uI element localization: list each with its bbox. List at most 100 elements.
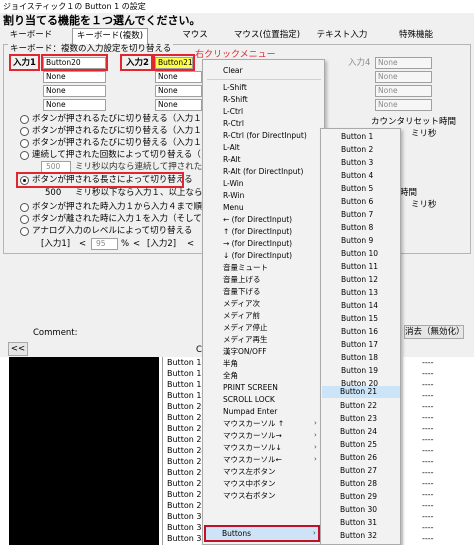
submenu-item-selected[interactable]: Button 21	[340, 386, 377, 398]
submenu-item[interactable]: Button 32	[340, 530, 377, 542]
menu-item[interactable]: PRINT SCREEN	[223, 382, 278, 393]
option-radio-6[interactable]	[20, 203, 29, 212]
submenu-item[interactable]: Button 14	[341, 300, 378, 312]
list-item[interactable]: Button 24	[167, 446, 207, 456]
menu-item[interactable]: R-Win	[223, 190, 244, 201]
submenu-item[interactable]: Button 25	[340, 439, 377, 451]
menu-item[interactable]: L-Shift	[223, 82, 247, 93]
input4-field-2[interactable]: None	[375, 71, 432, 83]
submenu-item[interactable]: Button 5	[341, 183, 373, 195]
menu-item[interactable]: 音量下げる	[223, 286, 261, 297]
option-radio-7[interactable]	[20, 215, 29, 224]
submenu-item[interactable]: Button 9	[341, 235, 373, 247]
submenu-item[interactable]: Button 24	[340, 426, 377, 438]
list-item[interactable]: Button 29	[167, 501, 207, 511]
submenu-item[interactable]: Button 12	[341, 274, 378, 286]
option-radio-3[interactable]	[20, 139, 29, 148]
submenu-item[interactable]: Button 16	[341, 326, 378, 338]
menu-item[interactable]: R-Ctrl (for DirectInput)	[223, 130, 307, 141]
list-item[interactable]: Button 30	[167, 512, 207, 522]
option-radio-8[interactable]	[20, 227, 29, 236]
submenu-item[interactable]: Button 28	[340, 478, 377, 490]
submenu-item[interactable]: Button 6	[341, 196, 373, 208]
tab-keyboard-multi[interactable]: キーボード(複数)	[72, 28, 148, 44]
list-item[interactable]: Button 16	[167, 358, 207, 368]
input1-field-2[interactable]: None	[43, 71, 106, 83]
submenu-item[interactable]: Button 1	[341, 131, 373, 143]
submenu-item[interactable]: Button 27	[340, 465, 377, 477]
menu-item-clear[interactable]: Clear	[223, 65, 243, 76]
submenu-item[interactable]: Button 18	[341, 352, 378, 364]
submenu-item[interactable]: Button 22	[340, 400, 377, 412]
menu-item[interactable]: Numpad Enter	[223, 406, 277, 417]
input4-field-3[interactable]: None	[375, 85, 432, 97]
tab-keyboard[interactable]: キーボード	[4, 28, 58, 43]
menu-item[interactable]: メディア次	[223, 298, 260, 309]
list-item[interactable]: Button 23	[167, 435, 207, 445]
submenu-item[interactable]: Button 30	[340, 504, 377, 516]
input4-field-4[interactable]: None	[375, 99, 432, 111]
list-item[interactable]: Button 20	[167, 402, 207, 412]
menu-item[interactable]: マウスカーソル↓	[223, 442, 282, 453]
list-item[interactable]: Button 17	[167, 369, 207, 379]
menu-item[interactable]: メディア停止	[223, 322, 267, 333]
list-item[interactable]: Button 18	[167, 380, 207, 390]
submenu-item[interactable]: Button 26	[340, 452, 377, 464]
input1-field-4[interactable]: None	[43, 99, 106, 111]
tab-mouse[interactable]: マウス	[175, 28, 215, 43]
input1-field-3[interactable]: None	[43, 85, 106, 97]
menu-item[interactable]: メディア再生	[223, 334, 267, 345]
option-radio-4[interactable]	[20, 151, 29, 160]
submenu-item[interactable]: Button 19	[341, 365, 378, 377]
menu-item[interactable]: 全角	[223, 370, 238, 381]
input4-field[interactable]: None	[375, 57, 432, 69]
menu-item[interactable]: R-Shift	[223, 94, 248, 105]
menu-item[interactable]: 漢字ON/OFF	[223, 346, 267, 357]
press-length-ms-value[interactable]: 500	[45, 187, 61, 199]
menu-item[interactable]: ← (for DirectInput)	[223, 214, 292, 225]
menu-item[interactable]: 音量上げる	[223, 274, 261, 285]
menu-item[interactable]: マウス右ボタン	[223, 490, 276, 501]
submenu-item[interactable]: Button 2	[341, 144, 373, 156]
submenu-item[interactable]: Button 8	[341, 222, 373, 234]
tab-text-input[interactable]: テキスト入力	[312, 28, 372, 43]
tab-special[interactable]: 特殊機能	[386, 28, 446, 43]
menu-item[interactable]: マウス左ボタン	[223, 466, 276, 477]
option-radio-1[interactable]	[20, 115, 29, 124]
submenu-item[interactable]: Button 17	[341, 339, 378, 351]
submenu-item[interactable]: Button 7	[341, 209, 373, 221]
menu-item[interactable]: R-Alt (for DirectInput)	[223, 166, 303, 177]
menu-item[interactable]: R-Ctrl	[223, 118, 244, 129]
menu-item[interactable]: マウス中ボタン	[223, 478, 276, 489]
list-item[interactable]: Button 32	[167, 534, 207, 544]
menu-item[interactable]: ↑ (for DirectInput)	[223, 226, 292, 237]
clear-disable-button[interactable]: 消去（無効化）	[404, 325, 464, 339]
input2-field-4[interactable]: None	[155, 99, 202, 111]
menu-item[interactable]: SCROLL LOCK	[223, 394, 275, 405]
submenu-item[interactable]: Button 13	[341, 287, 378, 299]
menu-item-buttons[interactable]: Buttons	[222, 528, 251, 539]
submenu-item[interactable]: Button 15	[341, 313, 378, 325]
list-item[interactable]: Button 25	[167, 457, 207, 467]
prev-button[interactable]: <<	[8, 342, 28, 356]
list-item[interactable]: Button 27	[167, 479, 207, 489]
submenu-item[interactable]: Button 11	[341, 261, 378, 273]
menu-item[interactable]: L-Ctrl	[223, 106, 243, 117]
list-item[interactable]: Button 26	[167, 468, 207, 478]
tab-mouse-position[interactable]: マウス(位置指定)	[228, 28, 306, 43]
menu-item[interactable]: 半角	[223, 358, 238, 369]
submenu-item[interactable]: Button 23	[340, 413, 377, 425]
submenu-item[interactable]: Button 3	[341, 157, 373, 169]
menu-item[interactable]: ↓ (for DirectInput)	[223, 250, 292, 261]
submenu-item[interactable]: Button 31	[340, 517, 377, 529]
menu-item[interactable]: メディア前	[223, 310, 260, 321]
input2-field-3[interactable]: None	[155, 85, 202, 97]
list-item[interactable]: Button 31	[167, 523, 207, 533]
submenu-item[interactable]: Button 4	[341, 170, 373, 182]
menu-item[interactable]: R-Alt	[223, 154, 241, 165]
list-item[interactable]: Button 21	[167, 413, 207, 423]
menu-item[interactable]: マウスカーソル ↑	[223, 418, 284, 429]
list-item[interactable]: Button 28	[167, 490, 207, 500]
option-radio-2[interactable]	[20, 127, 29, 136]
input2-field-2[interactable]: None	[155, 71, 202, 83]
